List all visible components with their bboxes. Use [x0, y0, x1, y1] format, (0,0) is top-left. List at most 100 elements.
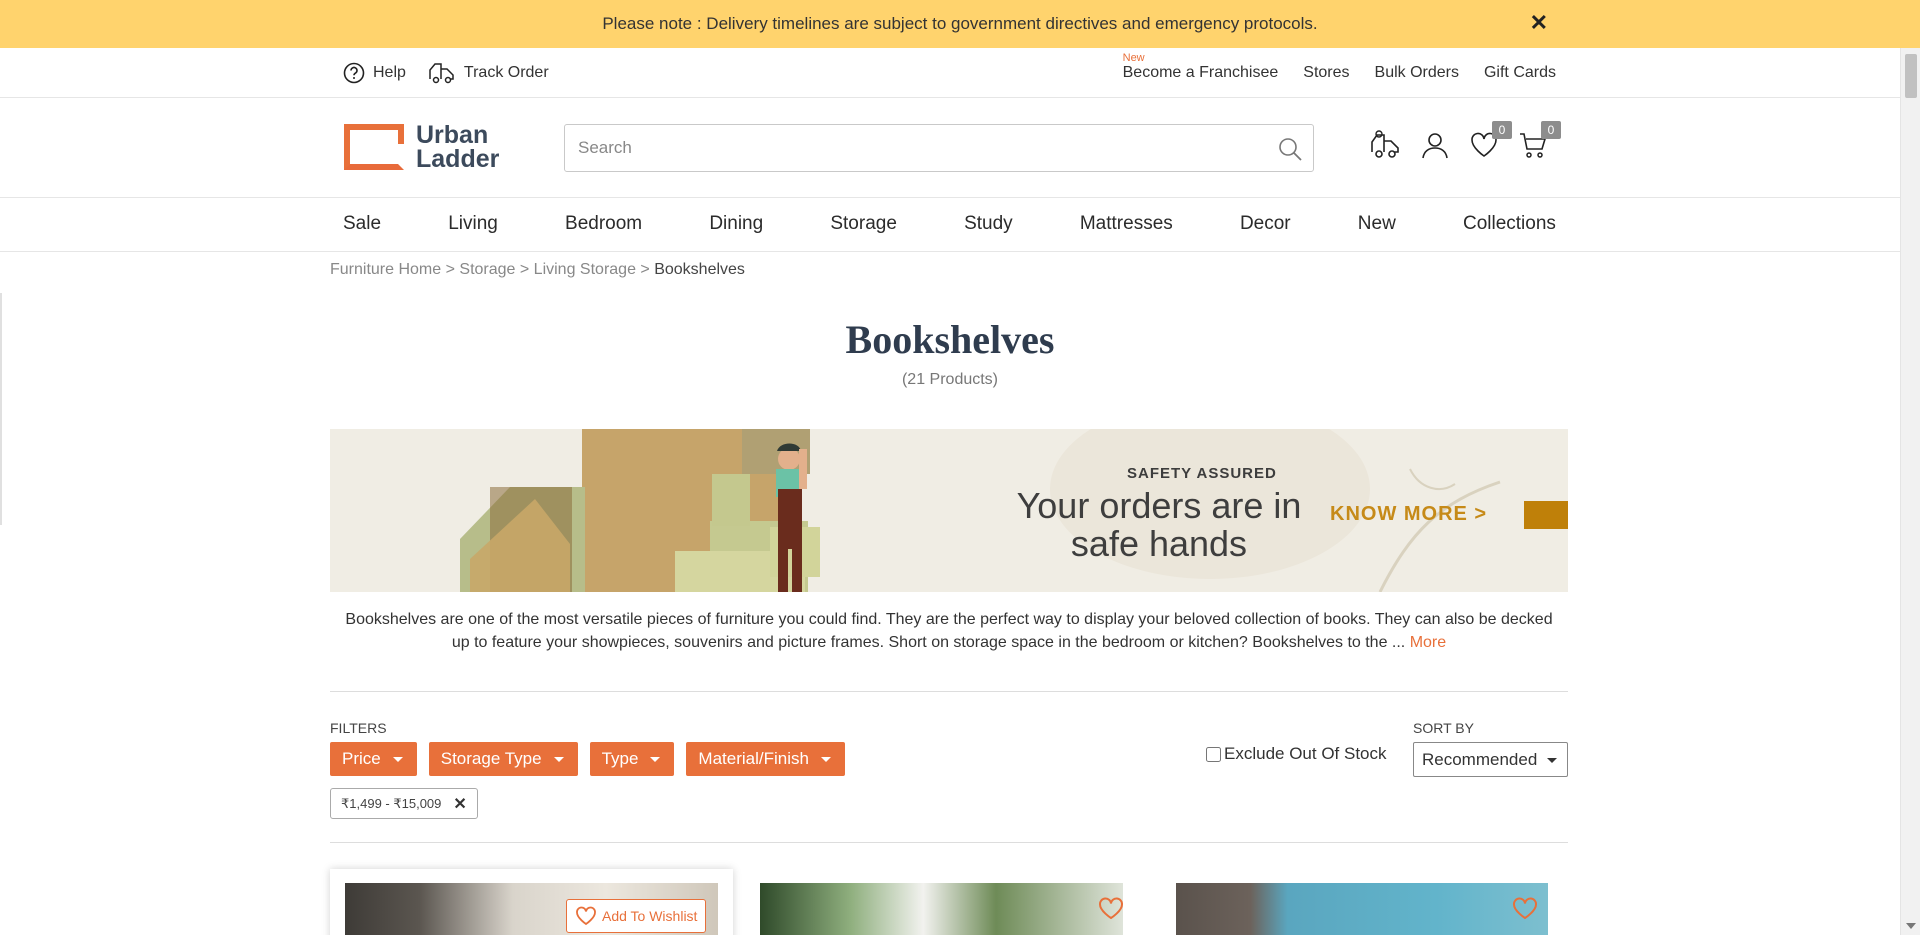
help-link[interactable]: Help — [343, 62, 406, 84]
category-nav: Sale Living Bedroom Dining Storage Study… — [0, 198, 1900, 252]
breadcrumb: Furniture Home > Storage > Living Storag… — [330, 261, 745, 279]
scrollbar-thumb[interactable] — [1905, 54, 1917, 98]
notice-text: Please note : Delivery timelines are sub… — [602, 14, 1318, 33]
product-card[interactable]: Add To Wishlist — [330, 869, 733, 935]
category-description: Bookshelves are one of the most versatil… — [340, 608, 1558, 654]
delivery-truck-icon — [429, 63, 454, 84]
filter-price[interactable]: Price — [330, 742, 417, 776]
cart-button[interactable]: 0 — [1517, 121, 1561, 161]
nav-item-new[interactable]: New — [1358, 213, 1396, 235]
stores-link[interactable]: Stores — [1303, 64, 1349, 82]
delivery-truck-icon — [1371, 130, 1399, 158]
nav-item-decor[interactable]: Decor — [1240, 213, 1291, 235]
exclude-out-of-stock-checkbox[interactable] — [1206, 746, 1221, 762]
nav-item-bedroom[interactable]: Bedroom — [565, 213, 642, 235]
product-card[interactable] — [1176, 869, 1548, 935]
sort-label: SORT BY — [1413, 720, 1474, 736]
product-card[interactable] — [760, 869, 1123, 935]
nav-item-mattresses[interactable]: Mattresses — [1080, 213, 1173, 235]
urban-ladder-logo[interactable]: Urban Ladder — [344, 121, 500, 173]
nav-item-study[interactable]: Study — [964, 213, 1013, 235]
caret-down-icon — [650, 756, 661, 762]
main-header: Urban Ladder 0 0 — [0, 99, 1900, 198]
account-button[interactable] — [1419, 129, 1451, 161]
breadcrumb-storage[interactable]: Storage — [459, 261, 515, 278]
filter-type-label: Type — [601, 749, 639, 768]
description-text: Bookshelves are one of the most versatil… — [345, 611, 1553, 651]
banner-tag: SAFETY ASSURED — [1127, 465, 1277, 482]
filter-storage-type[interactable]: Storage Type — [428, 742, 578, 776]
filters-label: FILTERS — [330, 720, 387, 736]
franchisee-link[interactable]: New Become a Franchisee — [1122, 52, 1279, 82]
product-image[interactable] — [1176, 883, 1548, 935]
wishlist-count-badge: 0 — [1492, 121, 1512, 139]
track-order-button[interactable] — [1370, 129, 1402, 161]
product-count: (21 Products) — [901, 371, 999, 388]
product-image[interactable] — [760, 883, 1123, 935]
breadcrumb-living-storage[interactable]: Living Storage — [534, 261, 636, 278]
exclude-out-of-stock[interactable]: Exclude Out Of Stock — [1206, 744, 1387, 764]
track-order-link[interactable]: Track Order — [428, 61, 549, 85]
sort-select[interactable]: Recommended — [1413, 742, 1568, 777]
utility-bar: Help Track Order New Become a Franchisee … — [0, 48, 1900, 98]
nav-item-storage[interactable]: Storage — [830, 213, 897, 235]
filter-material-finish[interactable]: Material/Finish — [686, 742, 845, 776]
nav-item-dining[interactable]: Dining — [709, 213, 763, 235]
heart-icon[interactable] — [1512, 897, 1538, 921]
track-order-label: Track Order — [463, 64, 549, 81]
wishlist-button[interactable]: 0 — [1468, 121, 1512, 161]
banner-line-2: safe hands — [1070, 523, 1248, 564]
nav-item-sale[interactable]: Sale — [343, 213, 381, 235]
scroll-down-arrow-icon[interactable] — [1906, 923, 1916, 929]
more-link[interactable]: More — [1410, 634, 1446, 651]
new-badge: New — [1122, 52, 1145, 64]
caret-down-icon — [392, 756, 403, 762]
notice-bar: Please note : Delivery timelines are sub… — [0, 0, 1920, 48]
gift-cards-link[interactable]: Gift Cards — [1484, 64, 1556, 82]
caret-down-icon — [1547, 758, 1557, 763]
help-icon — [343, 62, 365, 84]
filter-type[interactable]: Type — [589, 742, 675, 776]
help-label: Help — [373, 64, 406, 81]
filter-price-label: Price — [342, 749, 381, 768]
search-input[interactable] — [565, 138, 1245, 158]
banner-accent-block — [1524, 501, 1568, 529]
filter-material-finish-label: Material/Finish — [698, 749, 809, 768]
search-box — [564, 124, 1314, 172]
search-icon[interactable] — [1277, 136, 1303, 162]
breadcrumb-separator: > — [441, 261, 460, 278]
filter-bar: Price Storage Type Type Material/Finish — [330, 742, 857, 776]
logo-mark — [344, 124, 404, 170]
caret-down-icon — [820, 756, 831, 762]
filter-storage-type-label: Storage Type — [440, 749, 542, 768]
price-chip-label: ₹1,499 - ₹15,009 — [341, 795, 442, 811]
sort-value: Recommended — [1422, 749, 1538, 769]
heart-icon[interactable] — [1098, 897, 1123, 921]
cart-count-badge: 0 — [1541, 121, 1561, 139]
breadcrumb-current: Bookshelves — [654, 261, 745, 278]
know-more-link[interactable]: KNOW MORE > — [1330, 503, 1487, 526]
add-to-wishlist-button[interactable]: Add To Wishlist — [566, 899, 707, 933]
banner-headline: Your orders are in safe hands — [990, 487, 1328, 563]
page-scrollbar[interactable] — [1900, 48, 1920, 935]
divider — [330, 842, 1568, 843]
safety-banner[interactable]: SAFETY ASSURED Your orders are in safe h… — [330, 429, 1568, 592]
bulk-orders-link[interactable]: Bulk Orders — [1375, 64, 1459, 82]
breadcrumb-furniture-home[interactable]: Furniture Home — [330, 261, 441, 278]
remove-filter-icon[interactable]: ✕ — [453, 794, 466, 814]
nav-item-collections[interactable]: Collections — [1463, 213, 1556, 235]
breadcrumb-separator: > — [635, 261, 655, 278]
heart-icon — [576, 906, 596, 926]
logo-line-2: Ladder — [416, 145, 500, 173]
caret-down-icon — [553, 756, 564, 762]
close-icon[interactable]: ✕ — [1530, 12, 1548, 34]
page-title: Bookshelves — [845, 317, 1055, 362]
user-icon — [1422, 133, 1448, 159]
exclude-out-of-stock-label: Exclude Out Of Stock — [1224, 744, 1387, 763]
nav-item-living[interactable]: Living — [448, 213, 498, 235]
price-filter-chip: ₹1,499 - ₹15,009 ✕ — [330, 788, 478, 819]
divider — [330, 691, 1568, 692]
add-to-wishlist-label: Add To Wishlist — [602, 908, 698, 924]
logo-line-1: Urban — [416, 121, 489, 149]
franchisee-label: Become a Franchisee — [1122, 64, 1279, 81]
